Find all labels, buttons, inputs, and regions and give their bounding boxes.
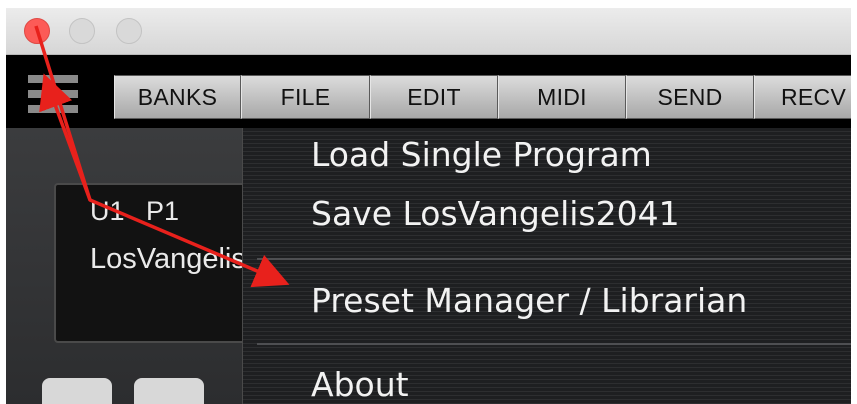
program-display: U1 P1 LosVangelis2041 <box>54 183 310 343</box>
left-panel: U1 P1 LosVangelis2041 <box>6 128 310 404</box>
menu-item-load-single-program[interactable]: Load Single Program <box>311 135 652 175</box>
tab-recv[interactable]: RECV <box>754 75 851 119</box>
menu-item-preset-manager[interactable]: Preset Manager / Librarian <box>311 281 747 321</box>
hamburger-bar <box>28 90 78 98</box>
hamburger-bar <box>28 105 78 113</box>
menu-separator <box>257 343 851 345</box>
tab-edit[interactable]: EDIT <box>370 75 498 119</box>
editor-body: U1 P1 LosVangelis2041 Load Single Progra… <box>6 128 851 404</box>
menu-item-about[interactable]: About <box>311 365 409 404</box>
program-location: U1 P1 <box>90 196 180 226</box>
app-window: BANKS FILE EDIT MIDI SEND RECV U1 P1 Los… <box>6 8 851 404</box>
tab-banks[interactable]: BANKS <box>114 75 241 119</box>
title-bar <box>6 8 851 55</box>
tab-file[interactable]: FILE <box>241 75 370 119</box>
menu-item-save-program[interactable]: Save LosVangelis2041 <box>311 194 680 234</box>
maximize-icon[interactable] <box>116 18 142 44</box>
menu-separator <box>257 258 851 260</box>
hamburger-menu-icon[interactable] <box>28 75 78 117</box>
hamburger-bar <box>28 75 78 83</box>
close-icon[interactable] <box>24 18 50 44</box>
tab-midi[interactable]: MIDI <box>498 75 626 119</box>
tab-send[interactable]: SEND <box>626 75 754 119</box>
logo-glyph <box>134 378 204 404</box>
dropdown-menu: Load Single Program Save LosVangelis2041… <box>242 128 851 404</box>
toolbar: BANKS FILE EDIT MIDI SEND RECV <box>6 55 851 128</box>
minimize-icon[interactable] <box>69 18 95 44</box>
logo-glyph <box>42 378 112 404</box>
